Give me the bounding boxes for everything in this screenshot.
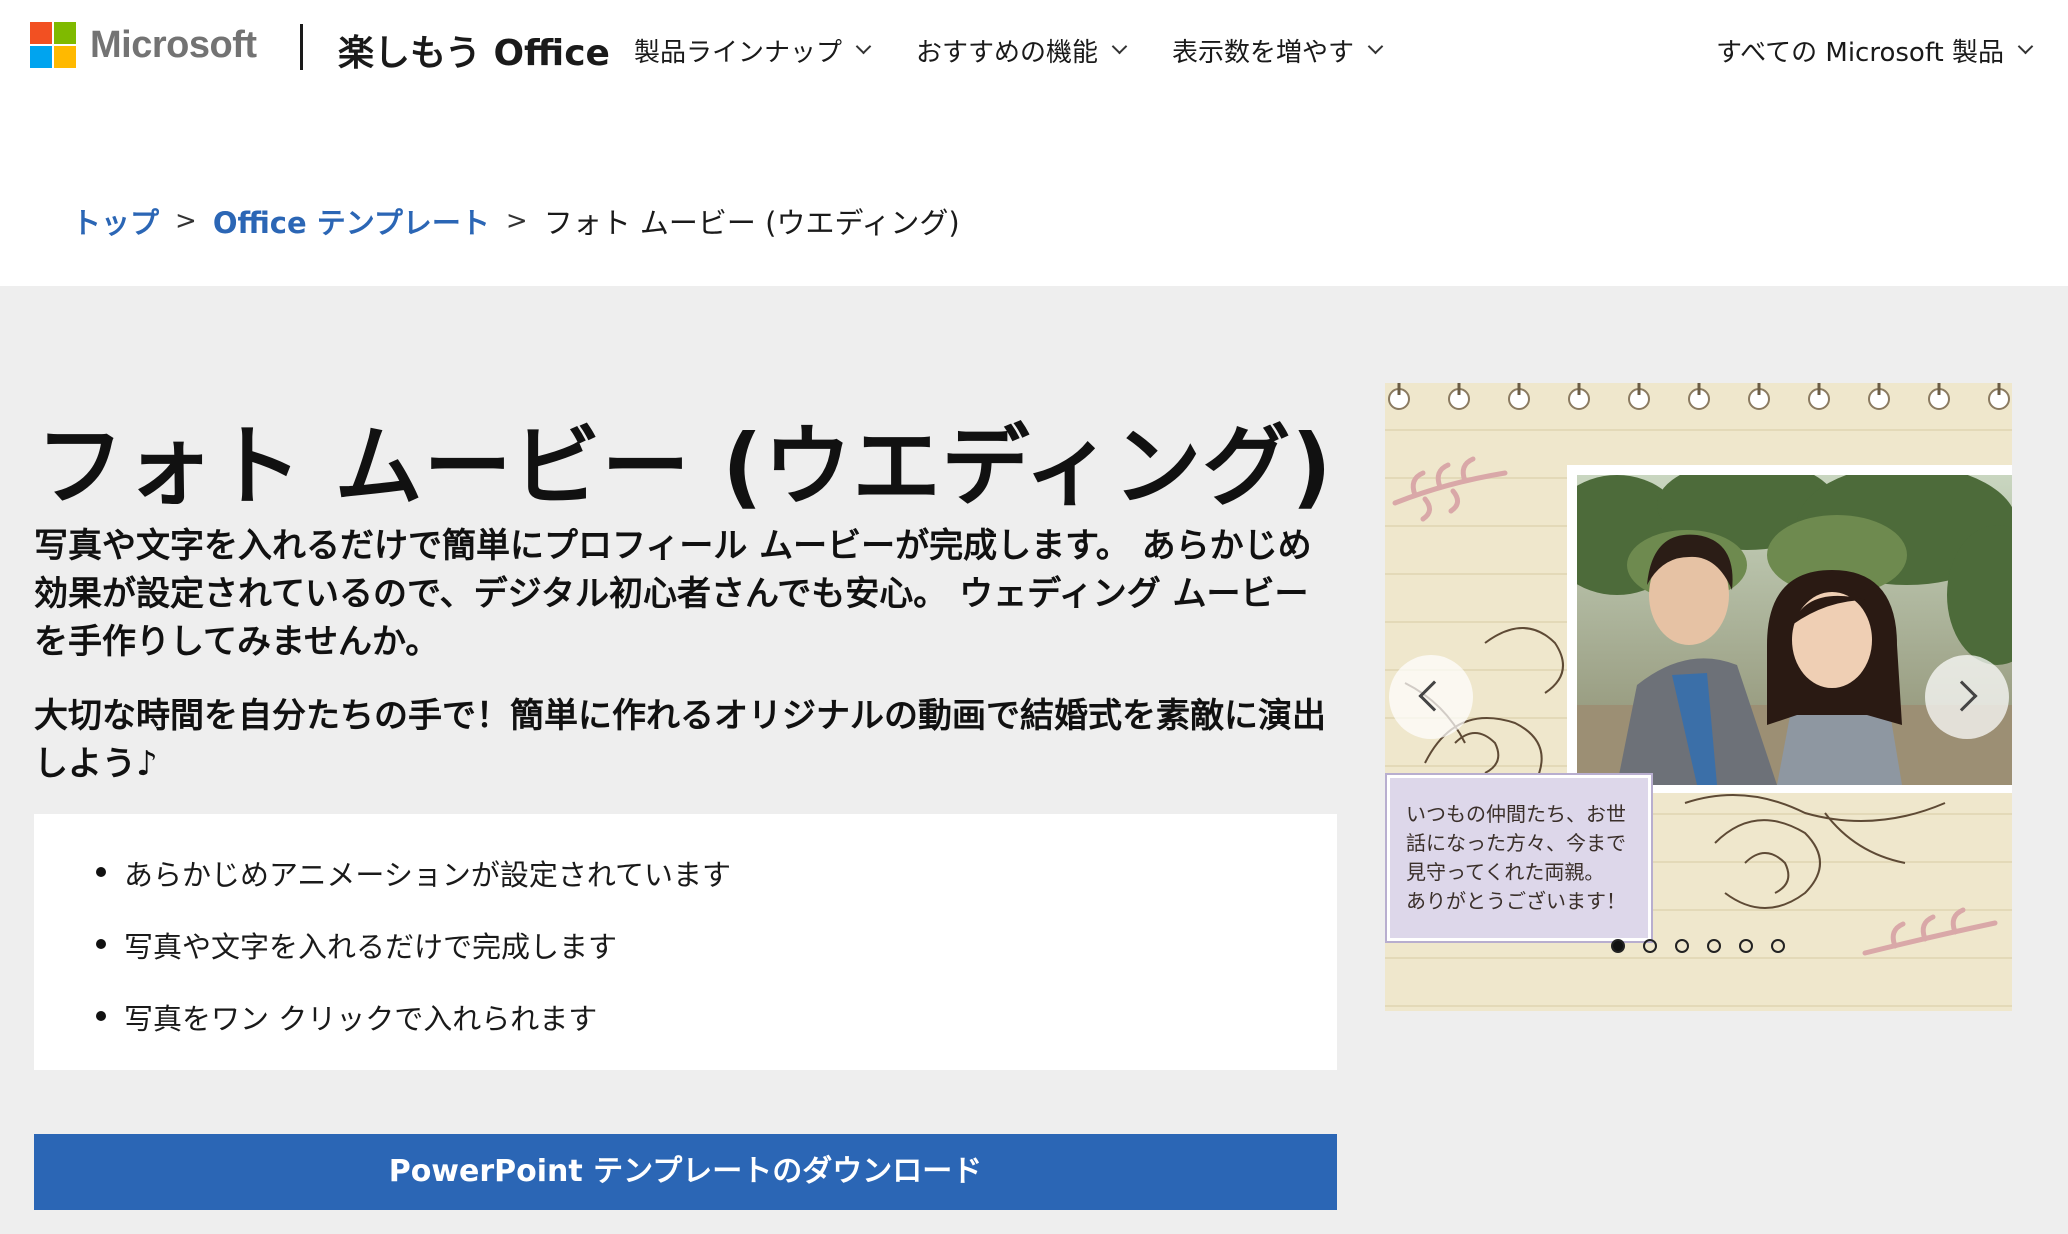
nav-menu-label: おすすめの機能 — [916, 38, 1099, 68]
nav-menu-label: 表示数を増やす — [1172, 38, 1355, 68]
carousel-next-button[interactable] — [1925, 655, 2009, 739]
microsoft-squares-icon — [30, 22, 76, 68]
page-title: フォト ムービー (ウエディング) — [36, 415, 1333, 518]
header-divider — [300, 24, 303, 70]
breadcrumb-home-link[interactable]: トップ — [72, 200, 159, 242]
carousel-dot[interactable] — [1611, 939, 1625, 953]
brand-title[interactable]: 楽しもう Office — [338, 24, 610, 76]
template-description: 写真や文字を入れるだけで簡単にプロフィール ムービーが完成します。 あらかじめ効… — [34, 526, 1312, 662]
site-header: Microsoft 楽しもう Office 製品ラインナップ おすすめの機能 表… — [0, 0, 2068, 100]
nav-menu-label: すべての Microsoft 製品 — [1716, 38, 2004, 68]
carousel-dot[interactable] — [1675, 939, 1689, 953]
template-detail-section: フォト ムービー (ウエディング) 写真や文字を入れるだけで簡単にプロフィール … — [0, 286, 2068, 1234]
slide-photo-frame — [1547, 460, 2012, 793]
slide-caption-line: いつもの仲間たち、お世 — [1406, 802, 1626, 826]
breadcrumb-current: フォト ムービー (ウエディング) — [543, 206, 960, 240]
carousel-dot[interactable] — [1771, 939, 1785, 953]
chevron-left-icon — [1418, 680, 1450, 712]
feature-item: あらかじめアニメーションが設定されています — [96, 852, 731, 894]
carousel-pagination — [1611, 939, 1785, 953]
microsoft-wordmark: Microsoft — [90, 23, 257, 66]
download-powerpoint-template-button[interactable]: PowerPoint テンプレートのダウンロード — [34, 1134, 1337, 1210]
feature-list: あらかじめアニメーションが設定されています 写真や文字を入れるだけで完成します … — [34, 814, 1337, 1070]
microsoft-logo[interactable]: Microsoft — [30, 22, 257, 68]
carousel-dot[interactable] — [1643, 939, 1657, 953]
carousel-previous-button[interactable] — [1389, 655, 1473, 739]
preview-carousel: いつもの仲間たち、お世 話になった方々、今まで 見守ってくれた両親。 ありがとう… — [1385, 383, 2012, 1011]
carousel-dot[interactable] — [1739, 939, 1753, 953]
nav-menu-product-lineup[interactable]: 製品ラインナップ — [634, 32, 872, 69]
binder-rings — [1388, 383, 2010, 410]
chevron-down-icon — [1367, 38, 1384, 55]
carousel-dot[interactable] — [1707, 939, 1721, 953]
feature-item: 写真や文字を入れるだけで完成します — [95, 924, 617, 966]
chevron-right-icon — [1946, 680, 1978, 712]
template-tagline: 大切な時間を自分たちの手で！簡単に作れるオリジナルの動画で結婚式を素敵に演出しよ… — [34, 696, 1326, 784]
chevron-down-icon — [1111, 38, 1128, 55]
couple-photo — [1547, 460, 2012, 785]
slide-caption-line: 話になった方々、今まで — [1406, 831, 1626, 855]
slide-caption-card: いつもの仲間たち、お世 話になった方々、今まで 見守ってくれた両親。 ありがとう… — [1385, 773, 1653, 943]
slide-caption-line: 見守ってくれた両親。 — [1406, 860, 1605, 884]
breadcrumb-separator: > — [175, 206, 197, 236]
nav-menu-recommended-features[interactable]: おすすめの機能 — [916, 32, 1128, 69]
nav-menu-label: 製品ラインナップ — [634, 38, 843, 68]
all-microsoft-products-menu[interactable]: すべての Microsoft 製品 — [1716, 32, 2034, 69]
chevron-down-icon — [2017, 38, 2034, 55]
chevron-down-icon — [855, 38, 872, 55]
nav-menu-more-views[interactable]: 表示数を増やす — [1172, 32, 1384, 69]
slide-caption-line: ありがとうございます！ — [1406, 889, 1626, 913]
breadcrumb: トップ > Office テンプレート > フォト ムービー (ウエディング) — [72, 200, 960, 242]
feature-item: 写真をワン クリックで入れられます — [95, 996, 597, 1038]
breadcrumb-separator: > — [505, 206, 528, 236]
breadcrumb-templates-link[interactable]: Office テンプレート — [213, 200, 490, 242]
